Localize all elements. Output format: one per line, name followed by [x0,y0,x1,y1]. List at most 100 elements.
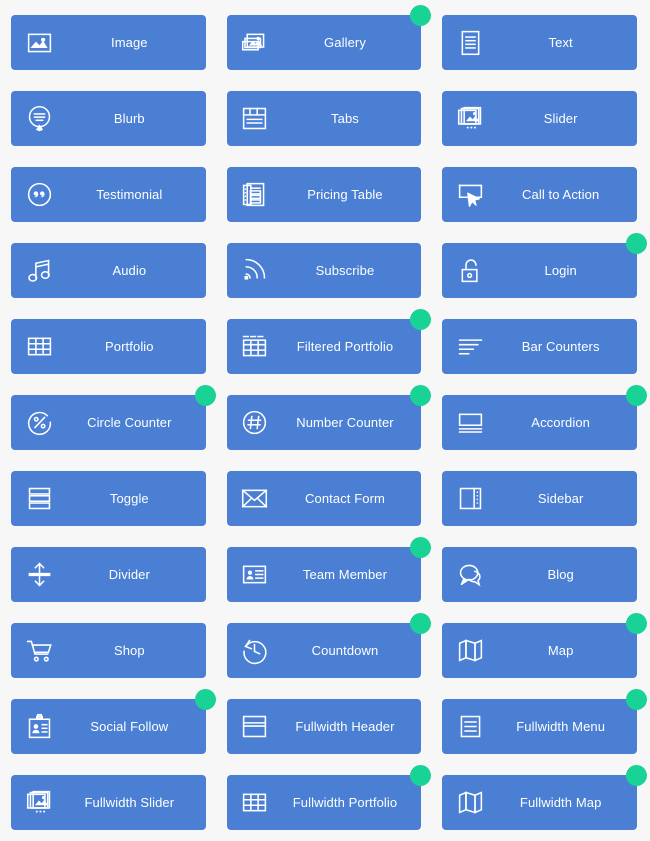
module-label: Team Member [302,566,388,582]
blurb-speech-icon [11,91,63,146]
module-button-pricing-table[interactable]: Pricing Table [226,167,422,222]
percent-circle-icon [11,395,63,450]
module-label: Blurb [113,110,145,126]
module-button-divider[interactable]: Divider [11,547,206,602]
bar-counters-icon [442,319,494,374]
module-button-image[interactable]: Image [11,15,206,70]
module-button-fullwidth-portfolio[interactable]: Fullwidth Portfolio [226,765,432,830]
cursor-click-icon [442,167,494,222]
module-button-portfolio[interactable]: Portfolio [11,319,206,374]
new-module-badge-dot [410,765,432,786]
module-label: Circle Counter [87,414,172,430]
module-label: Slider [543,110,578,126]
module-button-accordion[interactable]: Accordion [442,385,647,450]
module-label: Toggle [109,490,149,506]
module-label: Fullwidth Header [295,718,395,734]
module-button-circle-counter[interactable]: Circle Counter [11,385,216,450]
accordion-icon [442,395,494,450]
module-label: Text [548,34,573,50]
quote-circle-icon [11,167,63,222]
module-label: Fullwidth Portfolio [292,794,398,810]
module-button-blurb[interactable]: Blurb [11,91,206,146]
module-button-gallery[interactable]: Gallery [226,5,432,70]
module-label: Map [547,642,574,658]
menu-lines-box-icon [442,699,494,754]
module-label: Call to Action [522,186,600,202]
new-module-badge-dot [194,689,216,710]
new-module-badge-dot [626,689,647,710]
header-panel-icon [227,699,279,754]
module-button-shop[interactable]: Shop [11,623,206,678]
module-button-contact-form[interactable]: Contact Form [226,471,422,526]
module-label: Login [544,262,577,278]
image-icon [11,15,63,70]
new-module-badge-dot [410,309,432,330]
module-label: Portfolio [105,338,154,354]
module-button-text[interactable]: Text [442,15,637,70]
module-button-blog[interactable]: Blog [442,547,637,602]
module-label: Contact Form [305,490,385,506]
grid-icon [227,775,279,830]
module-label: Audio [112,262,147,278]
new-module-badge-dot [626,613,647,634]
module-label: Image [111,34,148,50]
module-button-fullwidth-menu[interactable]: Fullwidth Menu [442,689,647,754]
module-button-login[interactable]: Login [442,233,647,298]
toggle-rows-icon [11,471,63,526]
module-button-social-follow[interactable]: Social Follow [11,689,216,754]
module-label: Subscribe [315,262,375,278]
slider-icon [11,775,63,830]
module-label: Social Follow [90,718,169,734]
new-module-badge-dot [410,613,432,634]
module-button-map[interactable]: Map [442,613,647,678]
module-button-tabs[interactable]: Tabs [226,91,422,146]
module-button-fullwidth-map[interactable]: Fullwidth Map [442,765,647,830]
module-button-fullwidth-header[interactable]: Fullwidth Header [226,699,422,754]
vertical-arrows-icon [11,547,63,602]
module-button-team-member[interactable]: Team Member [226,537,432,602]
module-label: Pricing Table [307,186,383,202]
new-module-badge-dot [410,385,432,406]
shopping-cart-icon [11,623,63,678]
new-module-badge-dot [410,5,432,26]
module-button-audio[interactable]: Audio [11,243,206,298]
envelope-icon [227,471,279,526]
new-module-badge-dot [410,537,432,558]
rss-icon [227,243,279,298]
module-button-filtered-portfolio[interactable]: Filtered Portfolio [226,309,432,374]
module-button-countdown[interactable]: Countdown [226,613,432,678]
module-label: Gallery [324,34,366,50]
module-button-call-to-action[interactable]: Call to Action [442,167,637,222]
module-label: Fullwidth Map [519,794,602,810]
module-button-number-counter[interactable]: Number Counter [226,385,432,450]
folded-map-icon [442,775,494,830]
new-module-badge-dot [626,765,647,786]
module-label: Shop [113,642,145,658]
id-card-icon [227,547,279,602]
module-label: Sidebar [537,490,584,506]
module-grid: Image Gallery Text Blurb Tabs Slider Testimoni… [0,0,650,841]
module-label: Number Counter [296,414,394,430]
module-button-fullwidth-slider[interactable]: Fullwidth Slider [11,775,206,830]
module-button-slider[interactable]: Slider [442,91,637,146]
music-note-icon [11,243,63,298]
unlock-padlock-icon [442,243,494,298]
gallery-icon [227,15,279,70]
module-button-subscribe[interactable]: Subscribe [226,243,422,298]
pricing-table-icon [227,167,279,222]
module-label: Accordion [531,414,591,430]
new-module-badge-dot [626,385,647,406]
sidebar-icon [442,471,494,526]
module-button-testimonial[interactable]: Testimonial [11,167,206,222]
hash-circle-icon [227,395,279,450]
badge-card-icon [11,699,63,754]
module-label: Tabs [331,110,359,126]
module-label: Countdown [311,642,379,658]
module-button-bar-counters[interactable]: Bar Counters [442,319,637,374]
clock-rewind-icon [227,623,279,678]
module-button-toggle[interactable]: Toggle [11,471,206,526]
text-document-icon [442,15,494,70]
new-module-badge-dot [194,385,216,406]
module-button-sidebar[interactable]: Sidebar [442,471,637,526]
slider-icon [442,91,494,146]
